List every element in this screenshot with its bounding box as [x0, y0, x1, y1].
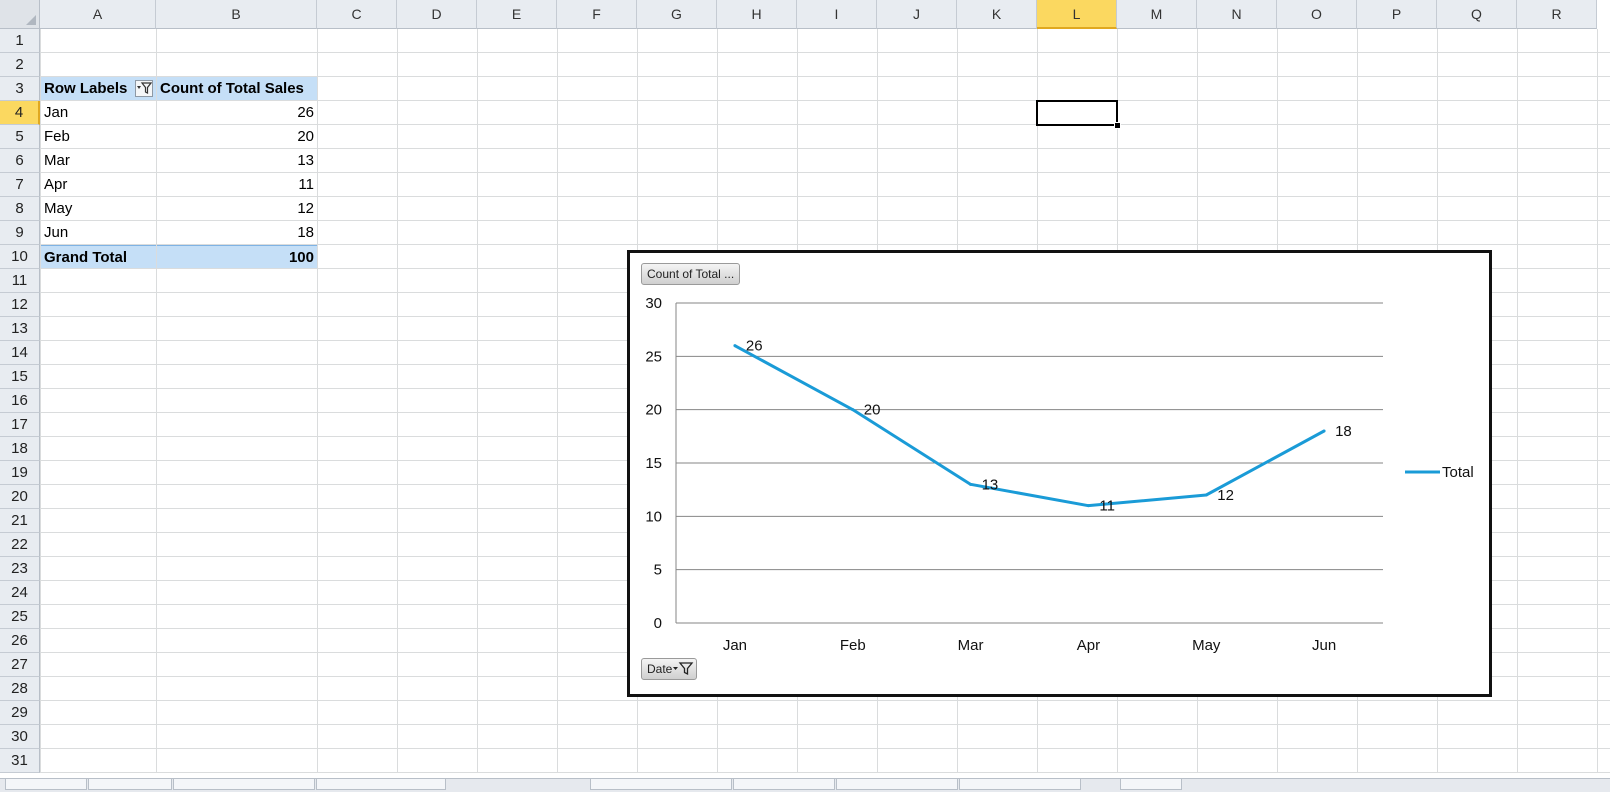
pivot-row-label[interactable]: May	[41, 197, 156, 220]
sheet-tab[interactable]	[173, 779, 315, 790]
data-point	[1322, 429, 1326, 433]
data-label: 12	[1217, 487, 1234, 504]
y-tick-label: 0	[654, 615, 662, 632]
pivot-row-label[interactable]: Mar	[41, 149, 156, 172]
y-tick-label: 20	[645, 402, 662, 419]
sheet-tab[interactable]	[590, 779, 732, 790]
y-tick-label: 5	[654, 562, 662, 579]
pivot-row-value[interactable]: 11	[157, 173, 317, 196]
funnel-icon	[137, 82, 153, 94]
pivot-value-header[interactable]: Count of Total Sales	[157, 77, 317, 100]
pivot-row-value[interactable]: 18	[157, 221, 317, 244]
pivot-row-label[interactable]: Apr	[41, 173, 156, 196]
pivot-row-value[interactable]: 26	[157, 101, 317, 124]
legend-label: Total	[1442, 464, 1474, 481]
x-tick-label: Jun	[1312, 637, 1336, 654]
sheet-tab[interactable]	[88, 779, 172, 790]
data-point	[1204, 493, 1208, 497]
data-point	[969, 482, 973, 486]
sheet-tab[interactable]	[836, 779, 958, 790]
y-tick-label: 30	[645, 295, 662, 312]
data-point	[733, 344, 737, 348]
pivot-row-label[interactable]: Jun	[41, 221, 156, 244]
sheet-tab[interactable]	[733, 779, 835, 790]
y-tick-label: 15	[645, 455, 662, 472]
data-point	[851, 408, 855, 412]
date-field-button[interactable]: Date	[641, 658, 698, 680]
fill-handle[interactable]	[1114, 122, 1121, 129]
pivot-row-value[interactable]: 13	[157, 149, 317, 172]
x-tick-label: Feb	[840, 637, 866, 654]
x-tick-label: Apr	[1077, 637, 1100, 654]
pivot-row-value[interactable]: 12	[157, 197, 317, 220]
chart-plot: 0 5 10 15 20 25 30 Jan Feb Mar Apr May Jun 26 20 13 11 12…	[645, 295, 1474, 654]
sheet-tab[interactable]	[1120, 779, 1182, 790]
spreadsheet: ABCDEFGHIJKLMNOPQR 1 2 3 4 5 6 7 8 9 10 11 12 13 14 15…	[0, 0, 1610, 792]
x-tick-label: Jan	[723, 637, 747, 654]
data-point	[1086, 504, 1090, 508]
x-tick-label: May	[1192, 637, 1221, 654]
data-label: 20	[864, 402, 881, 419]
y-tick-label: 10	[645, 508, 662, 525]
sheet-tab[interactable]	[316, 779, 446, 790]
active-cell[interactable]	[1036, 100, 1118, 126]
data-label: 11	[1099, 498, 1115, 515]
series-line-total	[734, 344, 1325, 508]
pivot-chart[interactable]: Count of Total ... 0 5 10 15 20 25 30 Jan Feb Mar…	[627, 250, 1492, 697]
data-label: 26	[746, 338, 763, 355]
pivot-row-label[interactable]: Jan	[41, 101, 156, 124]
y-tick-label: 25	[645, 348, 662, 365]
date-field-label: Date	[647, 662, 673, 676]
funnel-icon	[673, 662, 694, 676]
row-labels-filter-button[interactable]	[135, 80, 153, 97]
data-label: 13	[982, 476, 999, 493]
data-label: 18	[1335, 423, 1352, 440]
sheet-tab[interactable]	[5, 779, 87, 790]
sheet-tab-bar	[0, 778, 1610, 792]
x-tick-label: Mar	[958, 637, 984, 654]
pivot-row-label[interactable]: Feb	[41, 125, 156, 148]
pivot-row-value[interactable]: 20	[157, 125, 317, 148]
grand-total-value[interactable]: 100	[157, 245, 317, 268]
grand-total-label[interactable]: Grand Total	[41, 245, 156, 268]
sheet-tab[interactable]	[959, 779, 1081, 790]
